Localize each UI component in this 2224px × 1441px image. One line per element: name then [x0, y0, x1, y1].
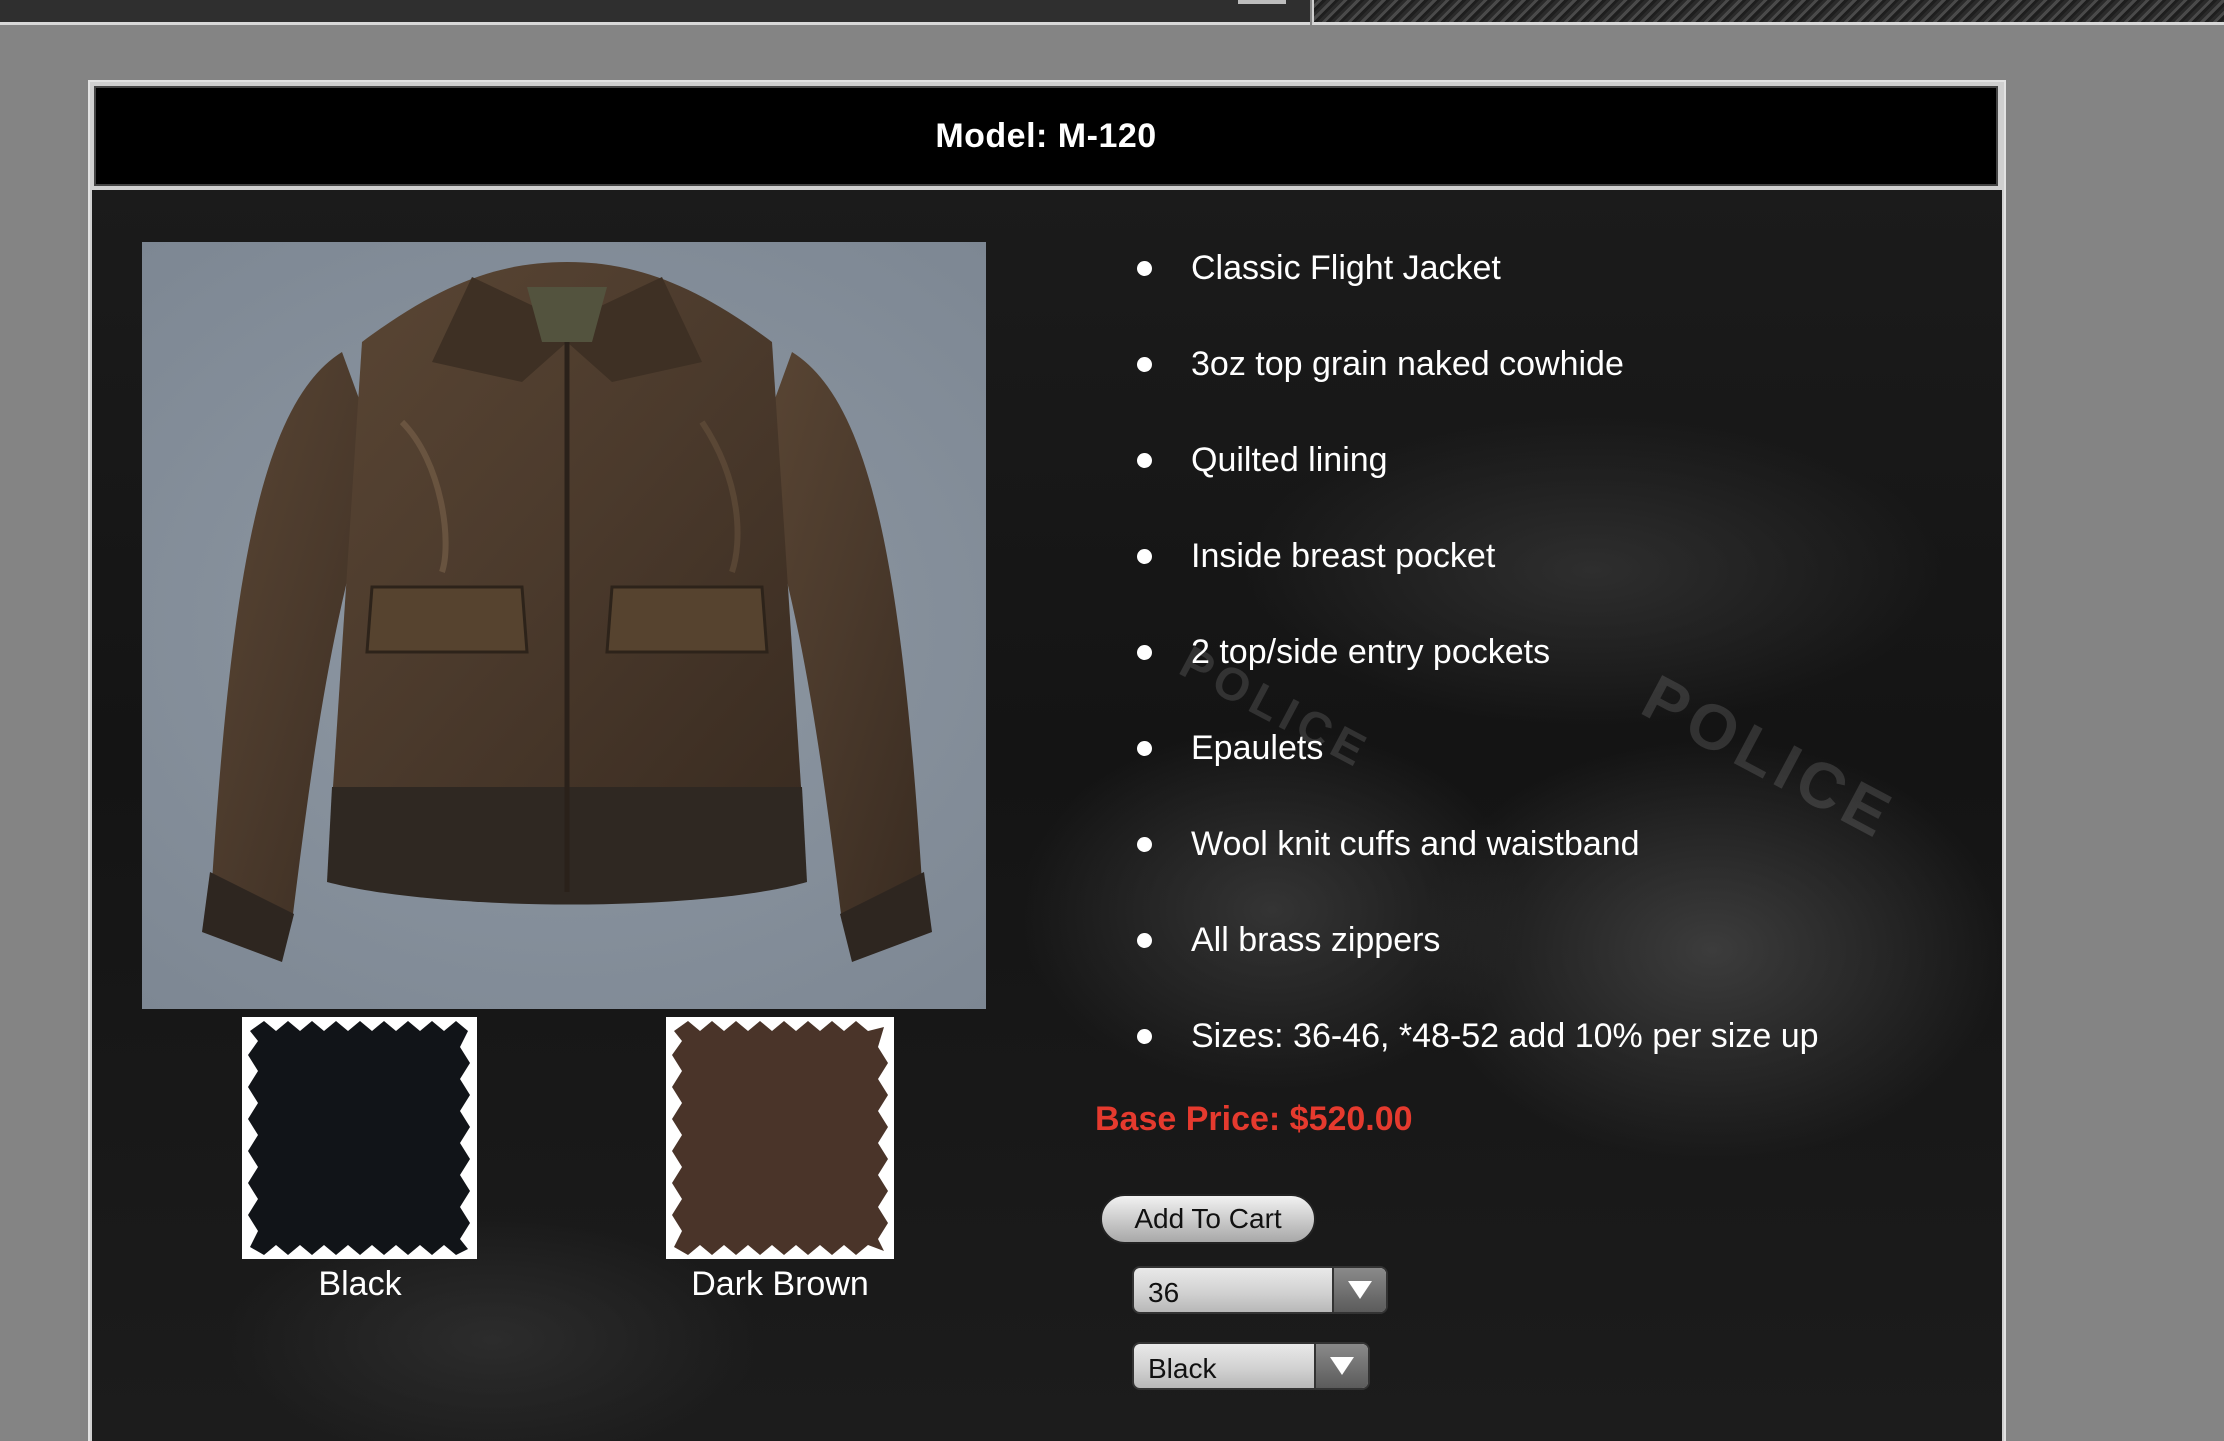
chevron-down-icon[interactable] — [1314, 1344, 1368, 1388]
feature-item: Sizes: 36-46, *48-52 add 10% per size up — [1137, 1008, 1819, 1104]
swatch-label-dark-brown: Dark Brown — [691, 1265, 869, 1303]
bullet-icon — [1137, 741, 1152, 756]
top-banner-texture — [1312, 0, 2224, 25]
product-content: POLICE POLICE Black Dark Brown Classic F… — [92, 190, 2002, 1441]
color-select-value: Black — [1148, 1353, 1217, 1384]
product-panel: Model: M-120 POLICE POLICE Black Dark Br… — [88, 80, 2006, 1441]
bullet-icon — [1137, 357, 1152, 372]
add-to-cart-button[interactable]: Add To Cart — [1100, 1194, 1316, 1244]
size-select[interactable]: 36 — [1132, 1266, 1388, 1314]
size-select-value: 36 — [1148, 1277, 1180, 1308]
feature-item: Inside breast pocket — [1137, 528, 1819, 624]
feature-item: Epaulets — [1137, 720, 1819, 816]
base-price: Base Price: $520.00 — [1095, 1100, 1413, 1138]
swatch-label-black: Black — [318, 1265, 402, 1303]
feature-item: All brass zippers — [1137, 912, 1819, 1008]
bullet-icon — [1137, 645, 1152, 660]
bullet-icon — [1137, 837, 1152, 852]
feature-item: Classic Flight Jacket — [1137, 240, 1819, 336]
product-header: Model: M-120 — [94, 86, 1998, 186]
feature-item: Quilted lining — [1137, 432, 1819, 528]
leather-swatch-black-image — [248, 1021, 470, 1255]
color-select[interactable]: Black — [1132, 1342, 1370, 1390]
bullet-icon — [1137, 1029, 1152, 1044]
model-title: Model: M-120 — [935, 116, 1157, 155]
bullet-icon — [1137, 261, 1152, 276]
top-nav-handle — [1238, 0, 1286, 4]
swatch-dark-brown[interactable] — [666, 1017, 894, 1259]
bullet-icon — [1137, 933, 1152, 948]
feature-item: 2 top/side entry pockets — [1137, 624, 1819, 720]
chevron-down-icon[interactable] — [1332, 1268, 1386, 1312]
feature-item: Wool knit cuffs and waistband — [1137, 816, 1819, 912]
bullet-icon — [1137, 549, 1152, 564]
product-photo — [142, 242, 986, 1009]
top-nav-bar — [0, 0, 1310, 25]
feature-item: 3oz top grain naked cowhide — [1137, 336, 1819, 432]
bullet-icon — [1137, 453, 1152, 468]
jacket-image — [202, 262, 932, 962]
swatch-black[interactable] — [242, 1017, 477, 1259]
leather-swatch-dark-brown-image — [672, 1021, 888, 1255]
feature-list: Classic Flight Jacket 3oz top grain nake… — [1137, 240, 1819, 1104]
